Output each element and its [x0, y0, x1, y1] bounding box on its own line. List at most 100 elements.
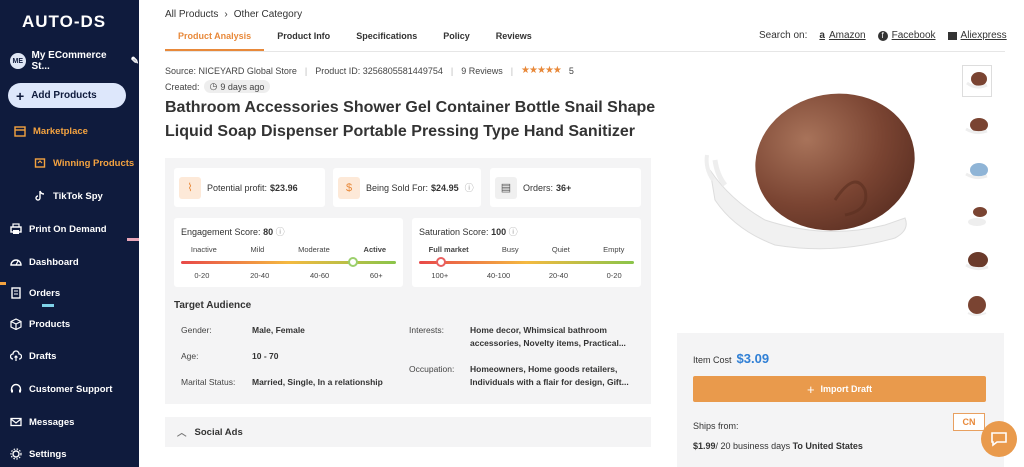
source-text: Source: NICEYARD Global Store: [165, 65, 297, 76]
tab-specifications[interactable]: Specifications: [343, 27, 430, 51]
tiktok-icon: [35, 190, 45, 201]
purchase-panel: Item Cost $3.09 + Import Draft Ships fro…: [677, 333, 1004, 467]
thumbnail[interactable]: [962, 290, 992, 322]
store-selector[interactable]: ME My ECommerce St... ✎: [10, 50, 139, 72]
social-ads-section[interactable]: ︿ Social Ads: [165, 417, 651, 447]
info-icon[interactable]: ⓘ: [509, 227, 518, 237]
ships-from-label: Ships from:: [693, 421, 739, 431]
chart-line-icon: ⌇: [179, 176, 201, 199]
dashboard-icon: [10, 259, 22, 266]
store-icon: [14, 126, 26, 137]
search-on-links: Search on: a Amazon f Facebook Aliexpress: [759, 30, 1007, 41]
facebook-link[interactable]: f Facebook: [877, 30, 936, 41]
rating-value: 5: [568, 65, 574, 76]
saturation-levels: Full market Busy Quiet Empty: [428, 245, 625, 254]
add-products-button[interactable]: + Add Products: [8, 83, 126, 108]
profit-card: ⌇ Potential profit: $23.96: [174, 168, 325, 207]
store-avatar: ME: [10, 53, 26, 69]
aliexpress-link[interactable]: Aliexpress: [947, 30, 1007, 41]
saturation-score-title: Saturation Score: 100 ⓘ: [419, 227, 518, 237]
tab-bar: Product Analysis Product Info Specificat…: [165, 27, 545, 51]
saturation-bar: [419, 261, 634, 264]
chat-button[interactable]: [981, 421, 1017, 457]
clock-icon: ◷: [209, 81, 218, 91]
sidebar-item-marketplace[interactable]: Marketplace: [14, 125, 88, 137]
scroll-marker: [127, 238, 139, 241]
sidebar-item-dashboard[interactable]: Dashboard: [10, 256, 79, 268]
tab-policy[interactable]: Policy: [430, 27, 483, 51]
sold-for-card: $ Being Sold For: $24.95 ⓘ: [333, 168, 481, 207]
sidebar-item-customer-support[interactable]: Customer Support: [10, 383, 112, 395]
sidebar-item-tiktok-spy[interactable]: TikTok Spy: [34, 190, 103, 202]
thumbnail[interactable]: [962, 200, 992, 232]
sidebar-item-print-on-demand[interactable]: Print On Demand: [10, 223, 107, 235]
breadcrumb-all-products[interactable]: All Products: [165, 9, 218, 20]
gear-icon: [10, 448, 22, 460]
receipt-icon: ▤: [495, 176, 517, 199]
interests-value: Home decor, Whimsical bathroom accessori…: [470, 325, 626, 348]
saturation-ranges: 100+ 40-100 20-40 0-20: [431, 271, 622, 280]
thumbnail[interactable]: [962, 65, 992, 97]
star-rating: ★★★★★: [521, 65, 562, 76]
product-id: Product ID: 3256805581449754: [315, 65, 443, 76]
sidebar-item-settings[interactable]: Settings: [10, 448, 66, 460]
sidebar-item-winning-products[interactable]: Winning Products: [34, 157, 134, 169]
search-on-label: Search on:: [759, 30, 808, 41]
headset-icon: [10, 383, 22, 393]
dollar-icon: $: [338, 176, 360, 199]
occupation-value: Homeowners, Home goods retailers, Indivi…: [470, 364, 629, 387]
tab-reviews[interactable]: Reviews: [483, 27, 545, 51]
marital-label: Marital Status:: [181, 377, 236, 387]
chat-icon: [991, 432, 1007, 447]
pencil-icon[interactable]: ✎: [131, 56, 139, 67]
interests-label: Interests:: [409, 325, 444, 335]
thumbnail[interactable]: [962, 110, 992, 142]
chevron-up-icon: ︿: [177, 428, 187, 439]
reviews-count[interactable]: 9 Reviews: [461, 66, 503, 76]
marital-value: Married, Single, In a relationship: [252, 377, 383, 387]
breadcrumb: All Products › Other Category: [165, 9, 302, 20]
created-row: Created: ◷ 9 days ago: [165, 80, 271, 93]
breadcrumb-current: Other Category: [233, 9, 303, 20]
import-draft-button[interactable]: + Import Draft: [693, 376, 986, 402]
thumbnail-strip: [962, 65, 994, 335]
saturation-knob: [435, 257, 446, 267]
product-title: Bathroom Accessories Shower Gel Containe…: [165, 99, 656, 140]
gender-value: Male, Female: [252, 325, 305, 335]
amazon-icon: a: [819, 30, 825, 41]
product-main-image: [704, 93, 915, 250]
tab-product-info[interactable]: Product Info: [264, 27, 343, 51]
amazon-link[interactable]: a Amazon: [819, 30, 865, 41]
sidebar: AUTO-DS ME My ECommerce St... ✎ + Add Pr…: [0, 0, 139, 467]
mail-icon: [10, 417, 22, 427]
aliexpress-icon: [947, 31, 957, 40]
shipping-info: $1.99/ 20 business days To United States: [693, 441, 863, 451]
print-icon: [10, 223, 22, 234]
engagement-score-title: Engagement Score: 80 ⓘ: [181, 227, 285, 237]
tab-product-analysis[interactable]: Product Analysis: [165, 27, 265, 51]
item-cost-value: $3.09: [736, 351, 770, 366]
app-logo: AUTO-DS: [22, 12, 107, 31]
orders-icon: [11, 287, 21, 299]
plus-icon: +: [16, 87, 25, 104]
engagement-knob: [348, 257, 358, 267]
sidebar-item-orders[interactable]: Orders: [10, 287, 60, 299]
occupation-label: Occupation:: [409, 364, 455, 374]
thumbnail[interactable]: [962, 155, 992, 187]
orders-card: ▤ Orders: 36+: [490, 168, 641, 207]
info-icon[interactable]: ⓘ: [276, 227, 285, 237]
sidebar-item-messages[interactable]: Messages: [10, 416, 74, 428]
ship-country-select[interactable]: CN: [953, 413, 985, 431]
created-badge: ◷ 9 days ago: [203, 80, 271, 93]
engagement-levels: Inactive Mild Moderate Active: [190, 245, 387, 254]
box-icon: [10, 318, 22, 330]
item-cost: Item Cost $3.09: [693, 351, 770, 366]
thumbnail[interactable]: [962, 245, 992, 277]
sidebar-item-products[interactable]: Products: [10, 318, 70, 330]
tabs-divider: [165, 51, 1005, 52]
sidebar-item-drafts[interactable]: Drafts: [10, 350, 56, 362]
facebook-icon: f: [877, 30, 888, 41]
info-icon[interactable]: ⓘ: [465, 181, 474, 194]
age-value: 10 - 70: [252, 351, 279, 361]
store-name: My ECommerce St...: [31, 50, 107, 72]
